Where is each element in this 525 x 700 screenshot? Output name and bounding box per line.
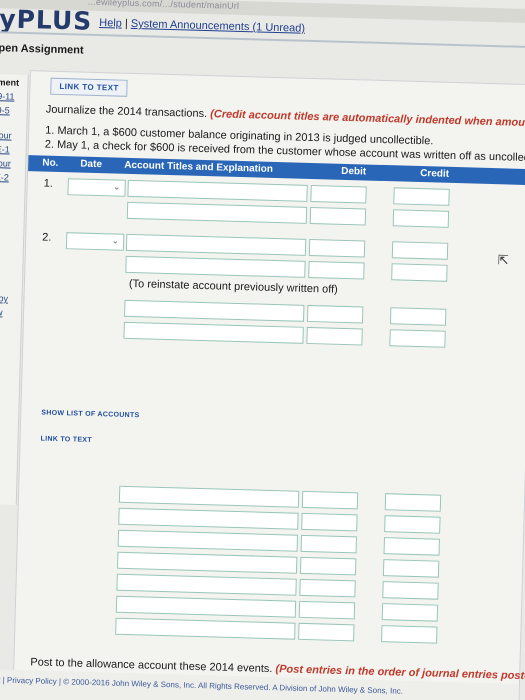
top-nav: Help | System Announcements (1 Unread) (99, 17, 305, 35)
account-title-input[interactable] (127, 179, 308, 202)
debit-input[interactable] (306, 326, 363, 346)
entry-number: 2. (42, 231, 52, 244)
sidebar-item[interactable]: E-2 (0, 172, 25, 184)
credit-input[interactable] (382, 581, 439, 600)
account-title-input[interactable] (125, 233, 307, 256)
chevron-down-icon: ⌄ (112, 181, 121, 192)
credit-input[interactable] (392, 209, 450, 228)
account-title-input[interactable] (126, 201, 308, 224)
col-date: Date (80, 158, 103, 171)
debit-input[interactable] (298, 622, 355, 642)
account-title-input[interactable] (115, 617, 296, 640)
credit-input[interactable] (381, 603, 439, 622)
debit-input[interactable] (309, 206, 367, 226)
link-to-text-button[interactable]: LINK TO TEXT (50, 77, 128, 97)
reinstate-note: (To reinstate account previously written… (128, 277, 338, 296)
debit-input[interactable] (308, 238, 366, 258)
debit-input[interactable] (301, 490, 359, 510)
credit-input[interactable] (384, 493, 442, 512)
link-to-text-button[interactable]: LINK TO TEXT (40, 436, 91, 444)
col-account: Account Titles and Explanation (124, 159, 274, 175)
sidebar-item[interactable]: 9-11 (0, 91, 27, 103)
url-text[interactable]: ...ewileyplus.com/.../student/mainUrl (88, 0, 240, 11)
account-title-input[interactable] (118, 485, 300, 508)
credit-input[interactable] (384, 515, 441, 534)
credit-input[interactable] (393, 187, 450, 206)
question-panel: LINK TO TEXT Journalize the 2014 transac… (11, 70, 525, 700)
chevron-down-icon: ⌄ (111, 235, 120, 246)
date-select[interactable]: ⌄ (67, 178, 126, 197)
sidebar-item[interactable]: ew (0, 307, 21, 319)
credit-input[interactable] (381, 625, 438, 644)
sidebar-item[interactable]: E-1 (0, 144, 26, 156)
show-list-of-accounts-button[interactable]: SHOW LIST OF ACCOUNTS (41, 410, 139, 420)
page-title: pen Assignment (0, 42, 84, 57)
nav-separator: | (124, 17, 128, 30)
debit-input[interactable] (308, 260, 365, 280)
col-credit: Credit (420, 168, 450, 180)
account-title-input[interactable] (117, 551, 298, 574)
mouse-cursor-icon: ⇱ (497, 252, 509, 268)
sidebar-item[interactable]: s by (0, 293, 22, 305)
announcements-link[interactable]: System Announcements (1 Unread) (131, 18, 306, 35)
credit-input[interactable] (391, 241, 449, 260)
credit-input[interactable] (391, 263, 448, 282)
date-select[interactable]: ⌄ (65, 232, 125, 251)
instructions-text: Journalize the 2014 transactions. (45, 103, 208, 121)
debit-input[interactable] (299, 556, 357, 576)
sidebar-heading: ment (0, 77, 20, 88)
screen: ...ewileyplus.com/.../student/mainUrl yP… (0, 0, 525, 700)
entry-number: 1. (43, 177, 54, 190)
debit-input[interactable] (300, 534, 357, 554)
account-title-input[interactable] (125, 255, 306, 278)
credit-input[interactable] (389, 329, 446, 348)
debit-input[interactable] (310, 184, 367, 204)
credit-input[interactable] (389, 307, 447, 326)
account-title-input[interactable] (117, 529, 299, 552)
credit-input[interactable] (383, 537, 440, 556)
debit-input[interactable] (306, 304, 364, 324)
footer-text[interactable]: nent | Privacy Policy | © 2000-2016 John… (0, 675, 403, 696)
account-title-input[interactable] (118, 507, 299, 530)
credit-input[interactable] (382, 559, 440, 578)
tilted-screen: ...ewileyplus.com/.../student/mainUrl yP… (0, 0, 525, 700)
debit-input[interactable] (299, 578, 356, 598)
help-link[interactable]: Help (99, 17, 122, 30)
account-title-input[interactable] (115, 595, 297, 618)
col-debit: Debit (341, 165, 367, 178)
account-title-input[interactable] (116, 573, 297, 596)
sidebar-item[interactable]: four (0, 130, 26, 142)
account-title-input[interactable] (124, 299, 305, 322)
debit-input[interactable] (301, 512, 358, 532)
col-no: No. (42, 157, 59, 169)
debit-input[interactable] (298, 600, 356, 620)
sidebar-item[interactable]: four (0, 158, 25, 170)
account-title-input[interactable] (123, 321, 304, 344)
sidebar-item[interactable]: 9-5 (0, 105, 27, 117)
